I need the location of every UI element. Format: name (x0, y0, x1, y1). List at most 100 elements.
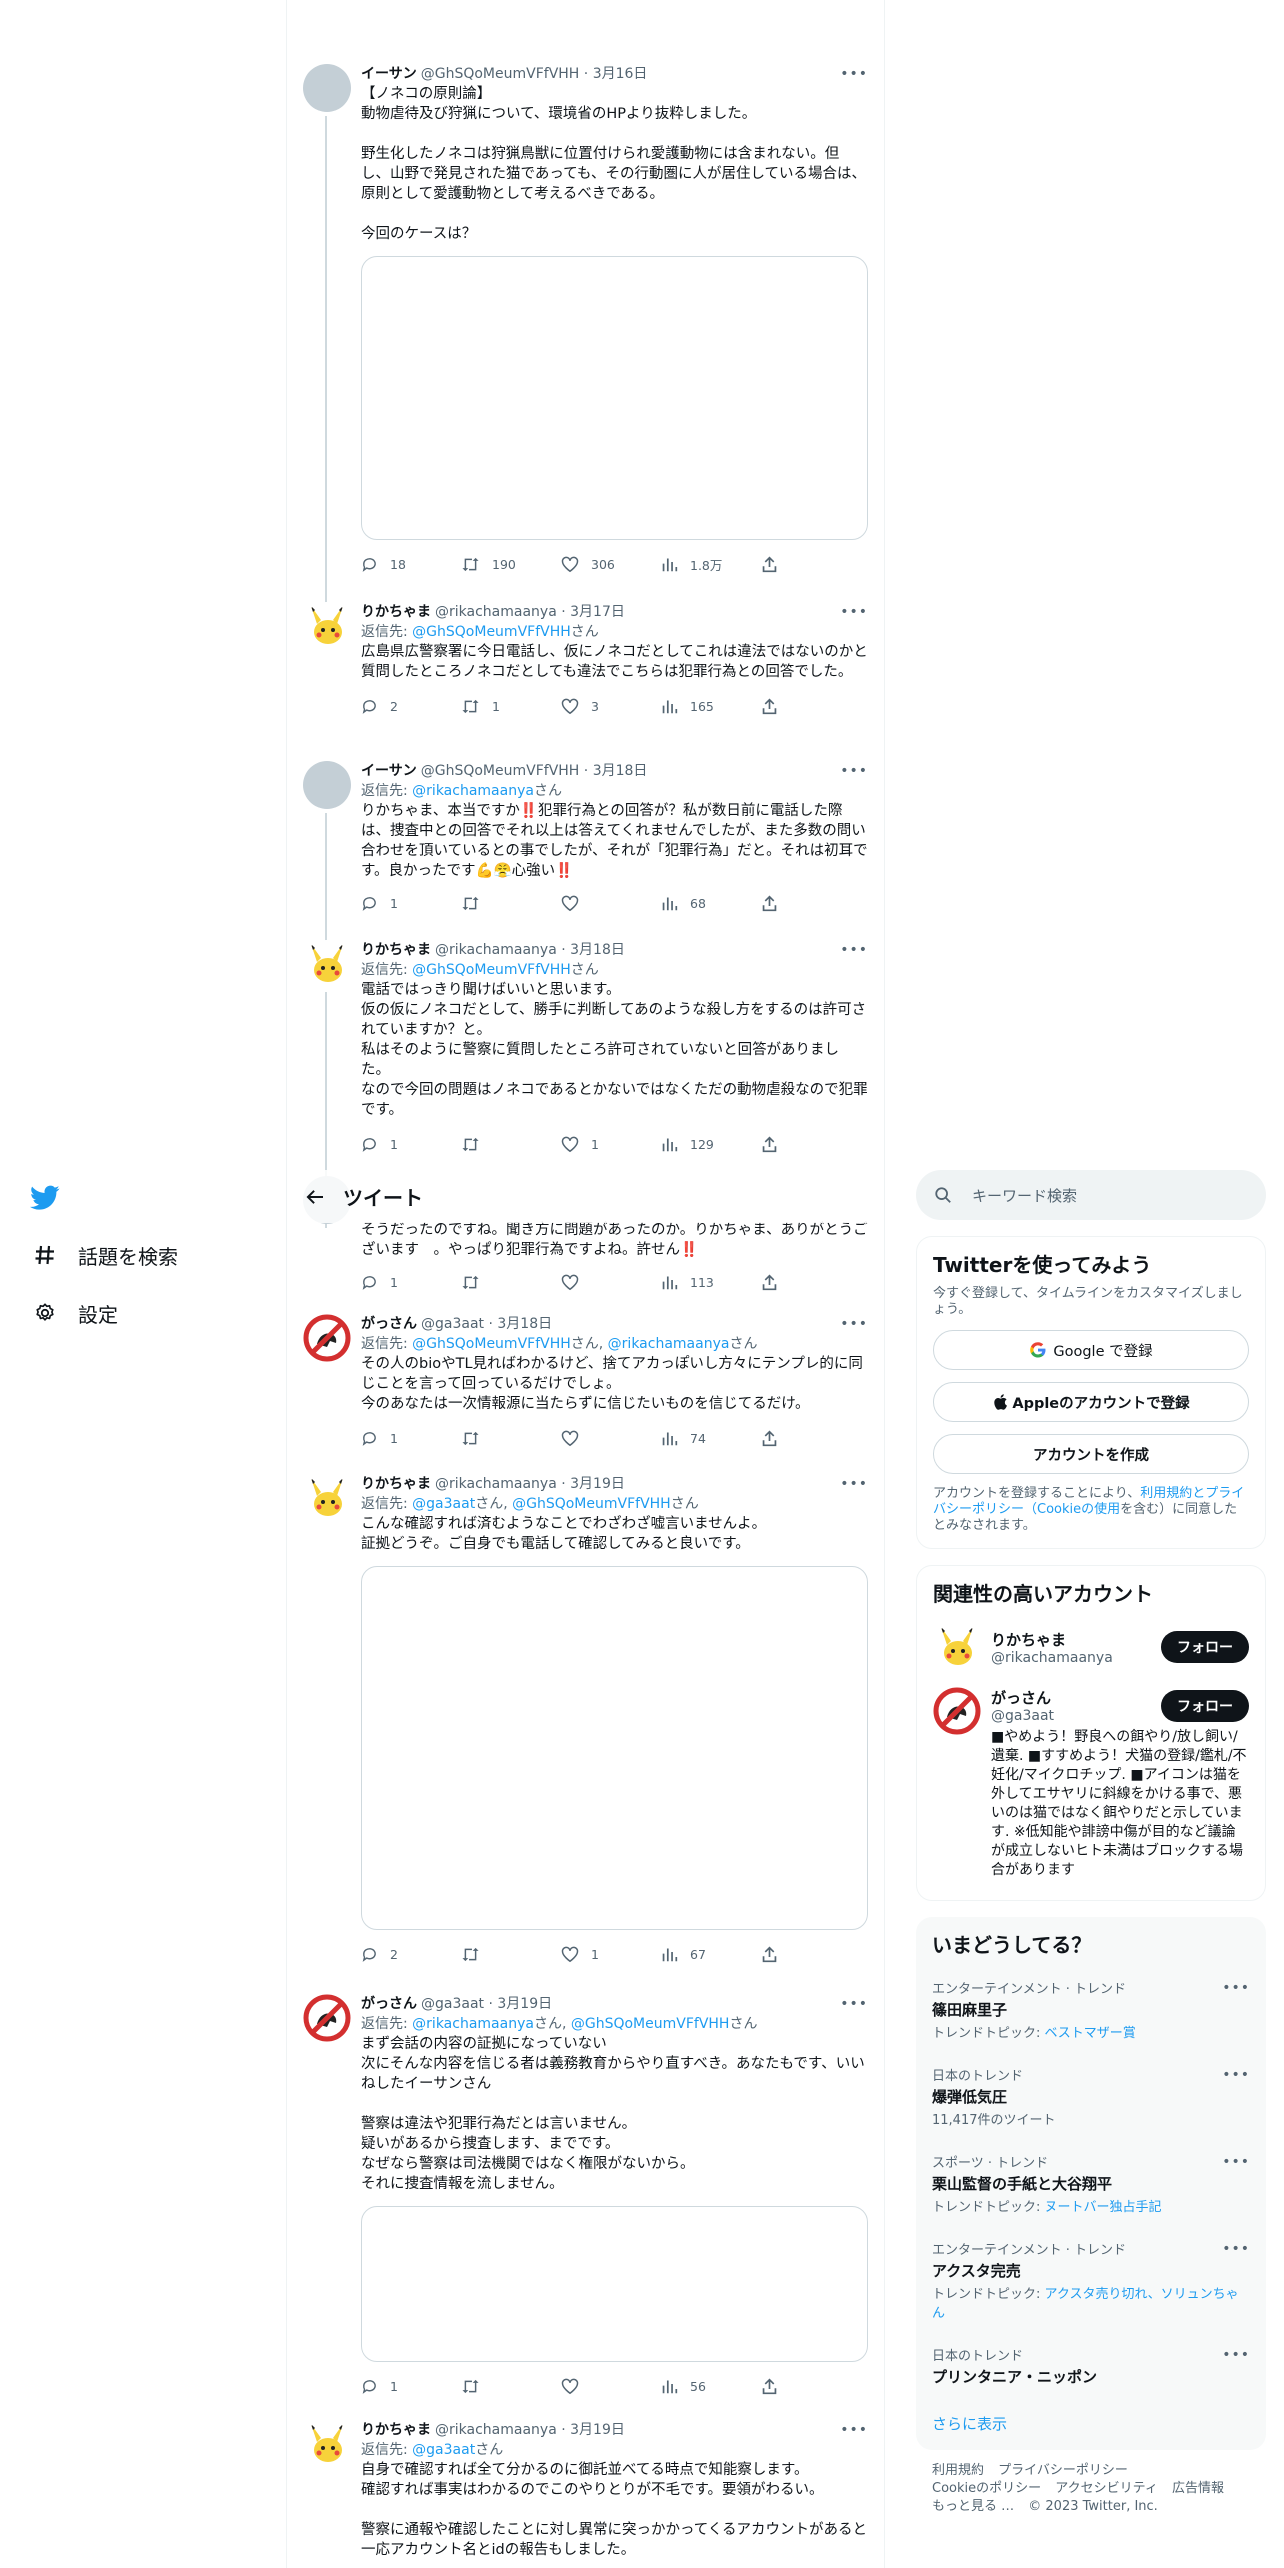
tweet-media[interactable] (361, 2206, 868, 2362)
avatar[interactable] (933, 1687, 981, 1735)
footer-link[interactable]: 広告情報 (1172, 2481, 1224, 2496)
reply-to-link[interactable]: @GhSQoMeumVFfVHH (512, 1496, 671, 1512)
tweet-media[interactable] (361, 256, 868, 540)
trend-item[interactable]: エンターテインメント · トレンド アクスタ完売 トレンドトピック: アクスタ売… (916, 2227, 1266, 2333)
account-name[interactable]: がっさん (991, 1687, 1161, 1708)
author-name[interactable]: イーサン (361, 64, 417, 84)
author-name[interactable]: りかちゃま (361, 1474, 431, 1494)
tweet[interactable]: りかちゃま @rikachamaanya · 3月17日 ••• 返信先: @G… (287, 598, 884, 756)
reply-button[interactable]: 2 (361, 698, 461, 715)
reply-button[interactable]: 18 (361, 556, 461, 573)
avatar[interactable] (303, 1314, 351, 1362)
more-options-icon[interactable]: ••• (1222, 2347, 1250, 2363)
like-button[interactable] (561, 895, 661, 912)
back-button[interactable] (287, 1189, 343, 1205)
like-button[interactable]: 3 (561, 698, 661, 715)
retweet-button[interactable] (461, 1136, 561, 1153)
apple-signup-button[interactable]: Appleのアカウントで登録 (933, 1382, 1249, 1422)
author-handle[interactable]: @rikachamaanya (435, 1474, 557, 1494)
retweet-button[interactable]: 1 (461, 698, 561, 715)
retweet-button[interactable] (461, 1430, 561, 1447)
like-button[interactable] (561, 2378, 661, 2395)
tweet-date[interactable]: 3月17日 (570, 602, 625, 622)
trend-topic-link[interactable]: ヌートバー独占手記 (1045, 2200, 1162, 2215)
account-name[interactable]: りかちゃま (991, 1629, 1161, 1650)
reply-button[interactable]: 1 (361, 2378, 461, 2395)
retweet-button[interactable] (461, 1274, 561, 1291)
views-button[interactable]: 113 (661, 1274, 761, 1291)
retweet-button[interactable] (461, 895, 561, 912)
views-button[interactable]: 56 (661, 2378, 761, 2395)
author-name[interactable]: りかちゃま (361, 940, 431, 960)
avatar[interactable] (303, 761, 351, 809)
more-options-icon[interactable]: ••• (1222, 1980, 1250, 1996)
reply-button[interactable]: 1 (361, 1430, 461, 1447)
related-account[interactable]: がっさん @ga3aat フォロー ■やめよう！野良への餌やり/放し飼い/遺棄.… (917, 1679, 1265, 1888)
reply-to-link[interactable]: @GhSQoMeumVFfVHH (412, 1336, 571, 1352)
reply-button[interactable]: 1 (361, 1274, 461, 1291)
tweet-date[interactable]: 3月18日 (497, 1314, 552, 1334)
reply-to-link[interactable]: @rikachamaanya (608, 1336, 730, 1352)
author-handle[interactable]: @ga3aat (421, 1994, 484, 2014)
tweet-date[interactable]: 3月19日 (570, 1474, 625, 1494)
more-options-icon[interactable]: ••• (840, 761, 868, 781)
follow-button[interactable]: フォロー (1161, 1631, 1249, 1663)
views-button[interactable]: 1.8万 (661, 555, 761, 574)
reply-to-link[interactable]: @GhSQoMeumVFfVHH (412, 962, 571, 978)
more-options-icon[interactable]: ••• (840, 1314, 868, 1334)
avatar[interactable] (933, 1623, 981, 1671)
tweet[interactable]: りかちゃま @rikachamaanya · 3月19日 ••• 返信先: @g… (287, 2416, 884, 2568)
avatar[interactable] (303, 2420, 351, 2468)
twitter-logo[interactable] (0, 1170, 286, 1226)
share-button[interactable] (761, 894, 790, 912)
trend-item[interactable]: 日本のトレンド 爆弾低気圧 11,417件のツイート ••• (916, 2053, 1266, 2140)
share-button[interactable] (761, 1273, 790, 1291)
share-button[interactable] (761, 1945, 790, 1963)
reply-to-link[interactable]: @rikachamaanya (412, 2016, 534, 2032)
trend-item[interactable]: 日本のトレンド プリンタニア・ニッポン ••• (916, 2333, 1266, 2399)
tweet-media[interactable] (361, 1566, 868, 1930)
create-account-button[interactable]: アカウントを作成 (933, 1434, 1249, 1474)
more-options-icon[interactable]: ••• (840, 2420, 868, 2440)
author-name[interactable]: りかちゃま (361, 602, 431, 622)
footer-link[interactable]: プライバシーポリシー (998, 2463, 1128, 2478)
like-button[interactable]: 1 (561, 1946, 661, 1963)
tweet[interactable]: りかちゃま @rikachamaanya · 3月19日 ••• 返信先: @g… (287, 1470, 884, 1990)
author-handle[interactable]: @rikachamaanya (435, 602, 557, 622)
more-options-icon[interactable]: ••• (1222, 2067, 1250, 2083)
reply-to-link[interactable]: @GhSQoMeumVFfVHH (412, 624, 571, 640)
tweet-date[interactable]: 3月19日 (497, 1994, 552, 2014)
share-button[interactable] (761, 2377, 790, 2395)
like-button[interactable] (561, 1430, 661, 1447)
account-handle[interactable]: @rikachamaanya (991, 1650, 1161, 1666)
tweet[interactable]: がっさん @ga3aat · 3月19日 ••• 返信先: @rikachama… (287, 1990, 884, 2410)
footer-link[interactable]: 利用規約 (932, 2463, 984, 2478)
share-button[interactable] (761, 1135, 790, 1153)
retweet-button[interactable] (461, 1946, 561, 1963)
reply-to-link[interactable]: @rikachamaanya (412, 783, 534, 799)
more-options-icon[interactable]: ••• (1222, 2154, 1250, 2170)
reply-to-link[interactable]: @GhSQoMeumVFfVHH (571, 2016, 730, 2032)
reply-to-link[interactable]: @ga3aat (412, 1496, 475, 1512)
views-button[interactable]: 129 (661, 1136, 761, 1153)
account-handle[interactable]: @ga3aat (991, 1708, 1161, 1724)
author-name[interactable]: がっさん (361, 1994, 417, 2014)
like-button[interactable]: 306 (561, 556, 661, 573)
tweet-date[interactable]: 3月16日 (593, 64, 648, 84)
views-button[interactable]: 165 (661, 698, 761, 715)
more-options-icon[interactable]: ••• (840, 1474, 868, 1494)
tweet-date[interactable]: 3月18日 (593, 761, 648, 781)
footer-more-link[interactable]: もっと見る … (932, 2499, 1014, 2514)
trend-item[interactable]: スポーツ · トレンド 栗山監督の手紙と大谷翔平 トレンドトピック: ヌートバー… (916, 2140, 1266, 2227)
views-button[interactable]: 74 (661, 1430, 761, 1447)
avatar[interactable] (303, 1474, 351, 1522)
related-account[interactable]: りかちゃま @rikachamaanya フォロー (917, 1615, 1265, 1679)
tweet-date[interactable]: 3月18日 (570, 940, 625, 960)
author-name[interactable]: りかちゃま (361, 2420, 431, 2440)
avatar[interactable] (303, 602, 351, 650)
author-handle[interactable]: @GhSQoMeumVFfVHH (421, 64, 580, 84)
views-button[interactable]: 68 (661, 895, 761, 912)
share-button[interactable] (761, 555, 790, 573)
share-button[interactable] (761, 1429, 790, 1447)
share-button[interactable] (761, 697, 790, 715)
